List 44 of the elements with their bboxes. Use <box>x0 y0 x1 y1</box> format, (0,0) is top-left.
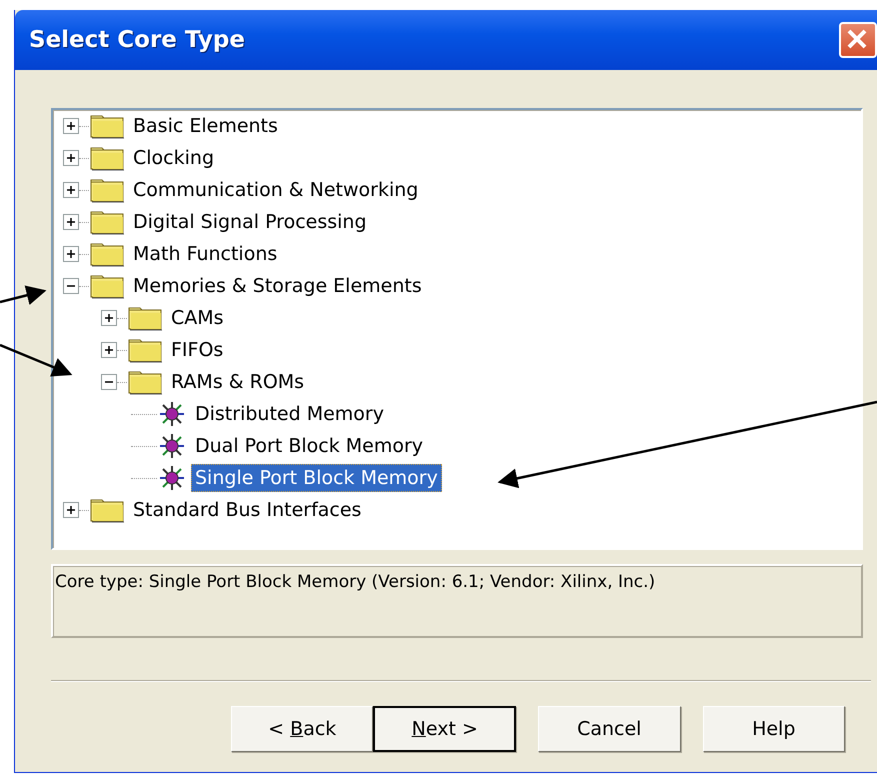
folder-icon <box>127 369 163 395</box>
dialog-button[interactable]: Next > <box>373 706 516 752</box>
folder-icon <box>89 145 125 171</box>
expand-icon[interactable] <box>101 310 117 326</box>
close-button[interactable] <box>839 22 877 58</box>
tree-item[interactable]: FIFOs <box>167 336 228 364</box>
tree-item[interactable]: Memories & Storage Elements <box>129 272 426 300</box>
expand-icon[interactable] <box>63 214 79 230</box>
tree-item[interactable]: RAMs & ROMs <box>167 368 308 396</box>
folder-icon <box>89 497 125 523</box>
dialog-button[interactable]: Help <box>702 706 845 752</box>
window-title: Select Core Type <box>29 27 245 53</box>
expand-icon[interactable] <box>63 182 79 198</box>
tree-item[interactable]: Dual Port Block Memory <box>191 432 428 460</box>
expand-icon[interactable] <box>63 118 79 134</box>
folder-icon <box>127 337 163 363</box>
tree-item[interactable]: Math Functions <box>129 240 282 268</box>
starburst-icon <box>157 464 187 492</box>
folder-icon <box>89 241 125 267</box>
starburst-icon <box>157 400 187 428</box>
tree-item[interactable]: Clocking <box>129 144 218 172</box>
tree-item[interactable]: Communication & Networking <box>129 176 422 204</box>
dialog-button[interactable]: Cancel <box>538 706 681 752</box>
folder-icon <box>89 113 125 139</box>
collapse-icon[interactable] <box>63 278 79 294</box>
tree-item[interactable]: Digital Signal Processing <box>129 208 371 236</box>
expand-icon[interactable] <box>63 150 79 166</box>
folder-icon <box>89 209 125 235</box>
tree-item[interactable]: Basic Elements <box>129 112 282 140</box>
folder-icon <box>89 177 125 203</box>
tree-item[interactable]: Distributed Memory <box>191 400 388 428</box>
folder-icon <box>127 305 163 331</box>
expand-icon[interactable] <box>101 342 117 358</box>
starburst-icon <box>157 432 187 460</box>
tree-item[interactable]: CAMs <box>167 304 228 332</box>
expand-icon[interactable] <box>63 502 79 518</box>
tree-item[interactable]: Single Port Block Memory <box>191 464 442 492</box>
tree-item[interactable]: Standard Bus Interfaces <box>129 496 366 524</box>
folder-icon <box>89 273 125 299</box>
annotation-arrow <box>0 286 46 305</box>
dialog-button[interactable]: < Back <box>231 706 374 752</box>
expand-icon[interactable] <box>63 246 79 262</box>
collapse-icon[interactable] <box>101 374 117 390</box>
description-text: Core type: Single Port Block Memory (Version: 6.1; Vendor: Xilinx, Inc.) <box>55 572 656 592</box>
